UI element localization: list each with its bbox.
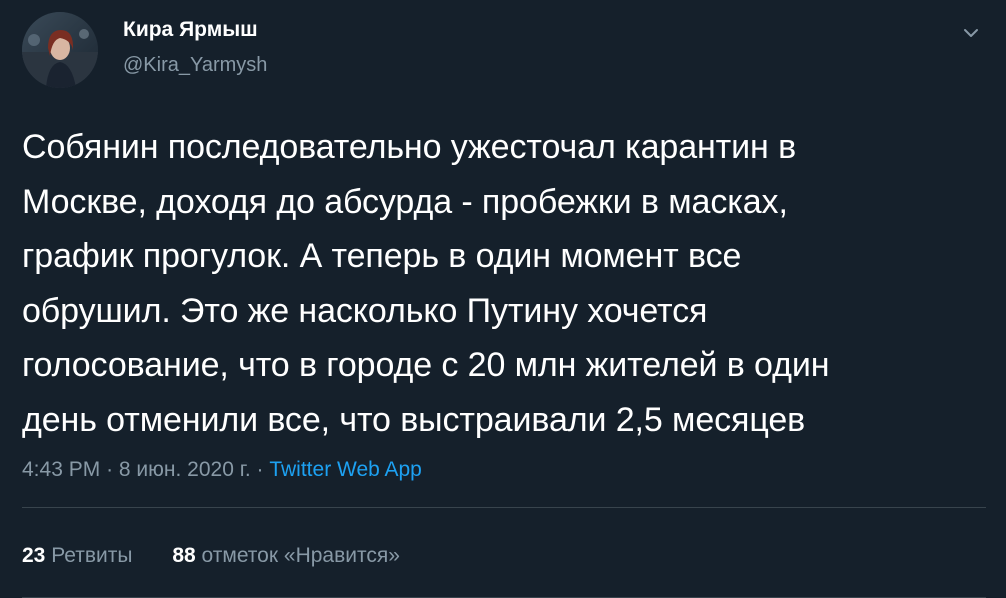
- profile-photo: [22, 12, 98, 88]
- divider: [22, 507, 986, 508]
- likes-stat[interactable]: 88 отметок «Нравится»: [172, 544, 400, 568]
- avatar[interactable]: [22, 12, 98, 88]
- author-display-name[interactable]: Кира Ярмыш: [123, 18, 258, 42]
- retweets-label: Ретвиты: [51, 544, 133, 567]
- tweet-source-link[interactable]: Twitter Web App: [269, 458, 422, 481]
- retweets-count: 23: [22, 544, 46, 567]
- tweet-card: Кира Ярмыш @Kira_Yarmysh Собянин последо…: [0, 0, 1006, 598]
- likes-label: отметок «Нравится»: [201, 544, 400, 567]
- tweet-time[interactable]: 4:43 PM: [22, 458, 100, 481]
- separator: ·: [106, 458, 114, 481]
- likes-count: 88: [172, 544, 196, 567]
- retweets-stat[interactable]: 23 Ретвиты: [22, 544, 133, 568]
- tweet-date[interactable]: 8 июн. 2020 г.: [119, 458, 251, 481]
- author-handle[interactable]: @Kira_Yarmysh: [123, 54, 267, 77]
- tweet-meta: 4:43 PM · 8 июн. 2020 г. · Twitter Web A…: [22, 458, 422, 482]
- chevron-down-icon[interactable]: [958, 22, 984, 44]
- tweet-text: Собянин последовательно ужесточал карант…: [22, 128, 830, 439]
- separator: ·: [256, 458, 264, 481]
- tweet-stats: 23 Ретвиты 88 отметок «Нравится»: [22, 544, 400, 568]
